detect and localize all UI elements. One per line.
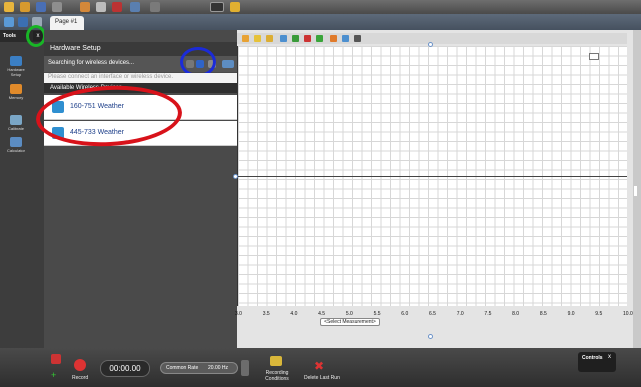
x-tick-label: 5.0 (345, 311, 353, 317)
highlight-circle-green (26, 25, 46, 47)
memory-icon (10, 84, 22, 94)
scale-to-fit-icon[interactable] (254, 35, 261, 42)
calibrate-icon (10, 115, 22, 125)
hint-text: Please connect an interface or wireless … (48, 74, 174, 80)
sidebar-item-hardware-setup[interactable]: Hardware Setup (2, 56, 30, 77)
eye-icon[interactable] (354, 35, 361, 42)
pencil-icon[interactable] (330, 35, 337, 42)
tools-sidebar (0, 30, 44, 348)
x-tick-label: 9.5 (595, 311, 603, 317)
tab-strip: Page #1 (0, 14, 641, 30)
select-tool-icon[interactable] (280, 35, 287, 42)
zoom-in-icon[interactable] (266, 35, 273, 42)
resize-handle[interactable] (428, 334, 433, 339)
x-tick-label: 5.5 (373, 311, 381, 317)
stop-icon[interactable] (51, 354, 61, 364)
rate-stepper[interactable] (241, 360, 249, 376)
elapsed-timer: 00:00.00 (100, 360, 150, 377)
sidebar-item-calibrate[interactable]: Calibrate (2, 115, 30, 131)
resize-handle[interactable] (428, 42, 433, 47)
controls-close-button[interactable]: x (608, 354, 611, 360)
open-file-icon[interactable] (20, 2, 30, 12)
sidebar-item-label: Hardware Setup (7, 67, 25, 77)
x-tick-label: 8.5 (539, 311, 547, 317)
main-toolbar (0, 0, 641, 14)
delete-icon[interactable] (112, 2, 122, 12)
more-options-icon[interactable] (222, 60, 234, 68)
recording-conditions-icon[interactable] (270, 356, 282, 366)
delete-x-icon[interactable] (304, 35, 311, 42)
x-tick-label: 6.0 (401, 311, 409, 317)
x-tick-label: 8.0 (512, 311, 520, 317)
rate-mode-select[interactable]: Common Rate (166, 365, 198, 371)
hardware-icon (10, 56, 22, 66)
zero-axis-line (237, 176, 627, 177)
paste-icon[interactable] (80, 2, 90, 12)
delete-run-icon[interactable]: ✖ (314, 360, 326, 372)
lightning-icon[interactable] (230, 2, 240, 12)
legend-box[interactable] (589, 53, 599, 60)
rate-value-field[interactable]: 20.00 Hz (208, 365, 228, 371)
search-status-text: Searching for wireless devices... (48, 60, 135, 66)
print-icon[interactable] (52, 2, 62, 12)
record-icon[interactable] (74, 359, 86, 371)
save-icon[interactable] (36, 2, 46, 12)
zoom-icon[interactable] (150, 2, 160, 12)
right-resize-handle[interactable] (634, 186, 637, 196)
calculator-icon (10, 137, 22, 147)
sidebar-item-calculator[interactable]: Calculator (2, 137, 30, 153)
tab-page-1[interactable]: Page #1 (50, 16, 84, 30)
controls-label: Controls (582, 355, 603, 361)
x-tick-label: 7.0 (456, 311, 464, 317)
x-tick-label: 6.5 (429, 311, 436, 317)
sidebar-item-label: Calibrate (7, 126, 24, 131)
add-icon[interactable]: + (51, 370, 61, 380)
sidebar-item-label: Calculator (6, 148, 25, 153)
annotation-icon[interactable] (316, 35, 323, 42)
gauge-icon[interactable] (210, 2, 224, 12)
x-tick-label: 3.5 (262, 311, 270, 317)
x-tick-label: 3.0 (235, 311, 242, 317)
x-tick-label: 10.0 (623, 311, 633, 317)
workbook-icon[interactable] (4, 17, 14, 27)
select-measurement-button[interactable]: <Select Measurement> (320, 318, 380, 326)
page-icon[interactable] (18, 17, 28, 27)
record-label: Record (72, 375, 89, 381)
sidebar-item-memory[interactable]: Memory (2, 84, 30, 100)
x-tick-label: 4.0 (290, 311, 298, 317)
scale-icon[interactable] (242, 35, 249, 42)
new-file-icon[interactable] (4, 2, 14, 12)
recording-conditions-label: Recording Conditions (265, 370, 289, 382)
resize-handle[interactable] (233, 174, 238, 179)
sidebar-item-label: Memory (8, 95, 24, 100)
curve-fit-icon[interactable] (292, 35, 299, 42)
x-tick-label: 7.5 (484, 311, 492, 317)
gear-icon[interactable] (342, 35, 349, 42)
undo-icon[interactable] (130, 2, 140, 12)
x-tick-label: 4.5 (318, 311, 326, 317)
x-tick-label: 9.0 (567, 311, 575, 317)
copy-icon[interactable] (96, 2, 106, 12)
panel-title: Hardware Setup (50, 45, 101, 52)
delete-last-run-label: Delete Last Run (304, 375, 340, 381)
tools-title: Tools (3, 33, 16, 39)
